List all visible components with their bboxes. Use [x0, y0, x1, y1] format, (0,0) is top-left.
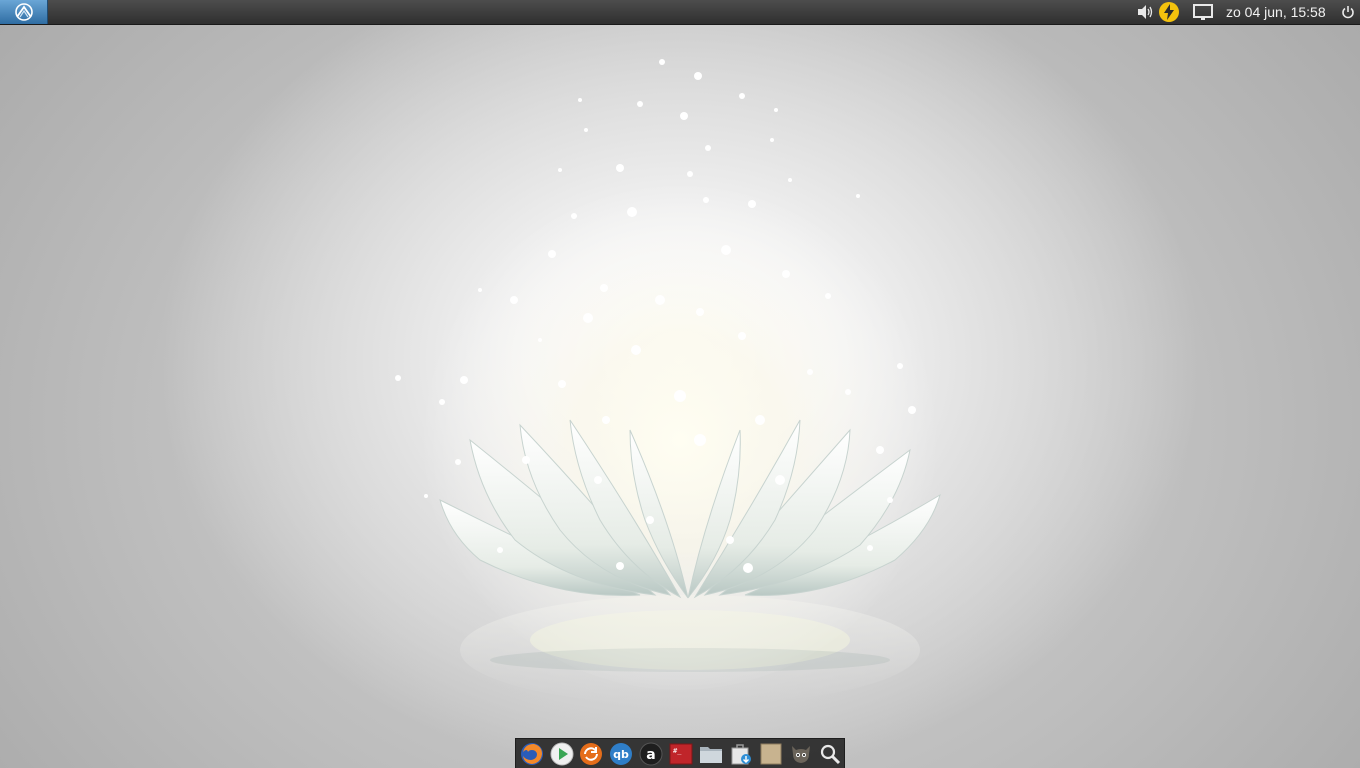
sparkle-glow [420, 170, 940, 690]
app-store-icon: a [639, 742, 663, 766]
qbittorrent-icon: qb [610, 743, 632, 765]
volume-icon [1138, 5, 1153, 19]
svg-text:a: a [646, 747, 655, 763]
clock-label: zo 04 jun, 15:58 [1226, 4, 1326, 20]
dock-item-media-player[interactable] [550, 742, 574, 766]
app-menu-button[interactable] [0, 0, 48, 24]
terminal-icon: #_ [669, 743, 693, 765]
search-icon [820, 744, 841, 765]
power-manager-icon [1159, 2, 1179, 22]
software-center-icon [731, 744, 751, 765]
network-display-icon [1193, 4, 1213, 20]
network-button[interactable] [1190, 0, 1216, 24]
clock[interactable]: zo 04 jun, 15:58 [1226, 0, 1336, 24]
shutdown-icon [1342, 6, 1354, 19]
app-menu-icon [14, 3, 33, 21]
dock-item-blank-app[interactable] [759, 742, 783, 766]
dock-item-app-store[interactable]: a [639, 742, 663, 766]
power-manager-button[interactable] [1157, 0, 1181, 24]
dock-item-software-updater[interactable] [579, 742, 603, 766]
dock-item-file-manager[interactable] [699, 742, 723, 766]
shutdown-button[interactable] [1338, 0, 1358, 24]
svg-text:qb: qb [613, 748, 629, 761]
dock-item-firefox[interactable] [520, 742, 544, 766]
media-player-icon [550, 742, 574, 766]
dock-item-qbittorrent[interactable]: qb [609, 742, 633, 766]
dock: qb a #_ [515, 738, 845, 768]
volume-button[interactable] [1134, 0, 1156, 24]
gimp-icon [792, 746, 810, 763]
dock-item-search[interactable] [818, 742, 842, 766]
software-updater-icon [580, 743, 602, 765]
svg-text:#_: #_ [673, 747, 682, 755]
file-manager-icon [700, 747, 722, 763]
dock-item-gimp[interactable] [789, 742, 813, 766]
lotus-wallpaper [395, 59, 941, 705]
dock-item-terminal[interactable]: #_ [669, 742, 693, 766]
dock-item-software-center[interactable] [729, 742, 753, 766]
top-panel: zo 04 jun, 15:58 [0, 0, 1360, 25]
blank-app-icon [760, 743, 782, 765]
firefox-icon [521, 743, 543, 765]
desktop[interactable]: zo 04 jun, 15:58 qb a #_ [0, 0, 1360, 768]
